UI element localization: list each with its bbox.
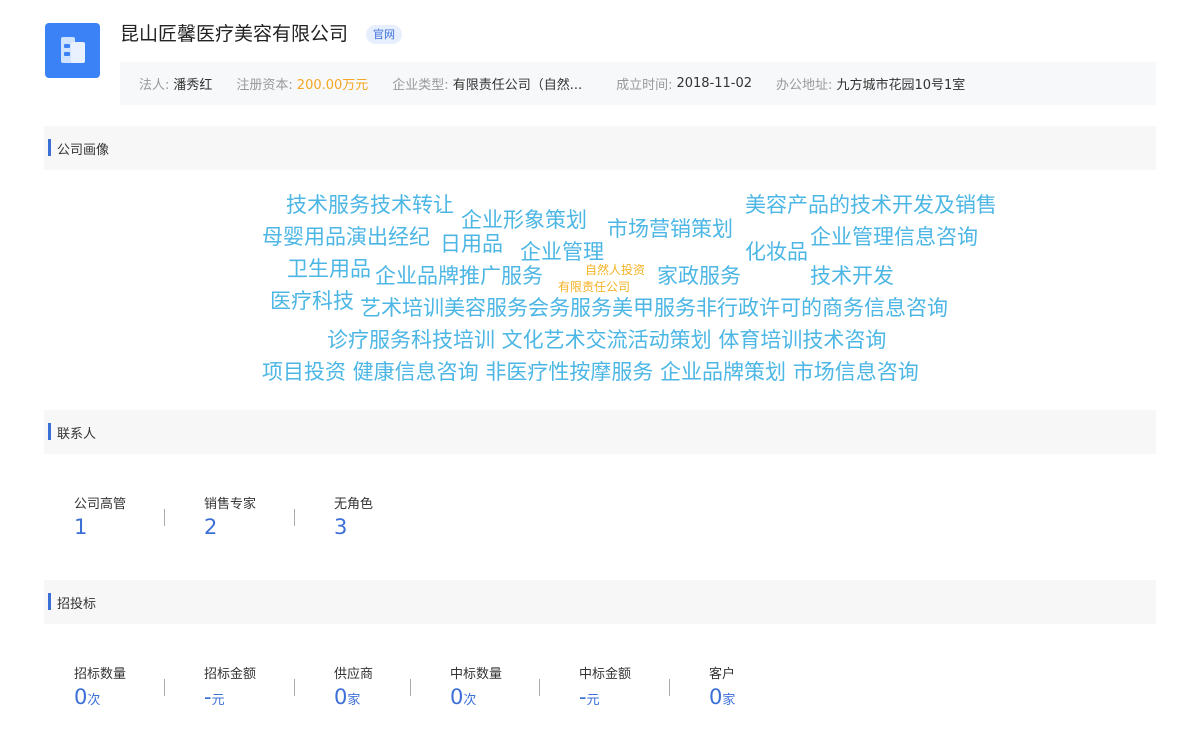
cloud-word: 企业管理	[520, 240, 604, 264]
info-company-type: 企业类型: 有限责任公司（自然...	[392, 78, 583, 93]
stat-sales-experts[interactable]: 销售专家 2	[204, 493, 256, 539]
cloud-word: 卫生用品	[287, 257, 371, 281]
stat-no-role[interactable]: 无角色 3	[334, 493, 373, 539]
cloud-word: 市场营销策划	[607, 217, 733, 241]
divider	[164, 509, 165, 526]
stat-tender-amount[interactable]: 招标金额 -元	[204, 663, 256, 709]
divider	[294, 509, 295, 526]
stat-winning-count[interactable]: 中标数量 0次	[450, 663, 502, 709]
cloud-word: 企业形象策划	[461, 208, 587, 232]
stat-winning-amount[interactable]: 中标金额 -元	[579, 663, 631, 709]
divider	[164, 679, 165, 696]
cloud-word: 自然人投资	[585, 263, 646, 277]
cloud-word: 有限责任公司	[558, 280, 631, 294]
divider	[539, 679, 540, 696]
official-site-link[interactable]: 官网	[366, 25, 402, 44]
cloud-word: 母婴用品演出经纪	[262, 225, 430, 249]
cloud-word: 企业品牌推广服务	[375, 264, 543, 288]
cloud-word: 技术开发	[810, 264, 894, 288]
info-office-address: 办公地址: 九方城市花园10号1室	[776, 78, 966, 93]
cloud-word: 化妆品	[745, 240, 808, 264]
divider	[669, 679, 670, 696]
cloud-word: 美容产品的技术开发及销售	[745, 193, 997, 217]
cloud-word: 日用品	[440, 232, 503, 256]
company-logo	[45, 23, 100, 78]
stat-executives[interactable]: 公司高管 1	[74, 493, 126, 539]
company-info-bar: 法人: 潘秀红 注册资本: 200.00万元 企业类型: 有限责任公司（自然..…	[120, 62, 1156, 105]
divider	[294, 679, 295, 696]
section-portrait-title: 公司画像	[44, 126, 1156, 170]
section-contacts-title: 联系人	[44, 410, 1156, 454]
company-name: 昆山匠馨医疗美容有限公司	[120, 23, 349, 45]
cloud-word: 诊疗服务科技培训 文化艺术交流活动策划 体育培训技术咨询	[327, 328, 887, 352]
info-legal-person: 法人: 潘秀红	[139, 78, 213, 93]
info-registered-capital: 注册资本: 200.00万元	[236, 78, 369, 93]
word-cloud: 技术服务技术转让 企业形象策划 市场营销策划 美容产品的技术开发及销售 母婴用品…	[0, 0, 1200, 752]
cloud-word: 医疗科技	[270, 289, 354, 313]
cloud-word: 家政服务	[657, 264, 741, 288]
cloud-word: 艺术培训美容服务会务服务美甲服务非行政许可的商务信息咨询	[360, 296, 948, 320]
cloud-word: 项目投资 健康信息咨询 非医疗性按摩服务 企业品牌策划 市场信息咨询	[262, 360, 919, 384]
divider	[410, 679, 411, 696]
stat-suppliers[interactable]: 供应商 0家	[334, 663, 373, 709]
info-founded-date: 成立时间: 2018-11-02	[616, 76, 753, 93]
cloud-word: 技术服务技术转让	[286, 193, 454, 217]
stat-tender-count[interactable]: 招标数量 0次	[74, 663, 126, 709]
cloud-word: 企业管理信息咨询	[810, 225, 978, 249]
section-bidding-title: 招投标	[44, 580, 1156, 624]
stat-customers[interactable]: 客户 0家	[709, 663, 735, 709]
